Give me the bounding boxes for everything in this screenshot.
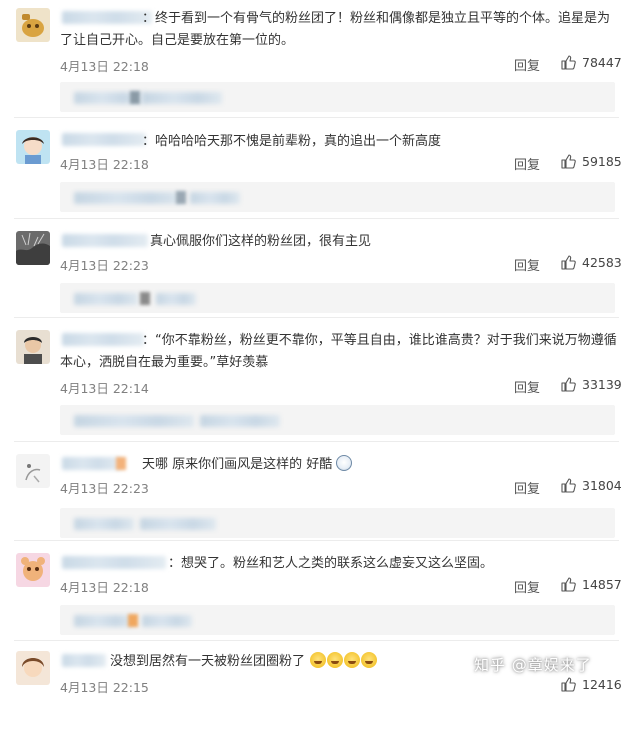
comment-text-line: 天哪 原来你们画风是这样的 好酷	[142, 457, 333, 472]
thumbs-up-icon	[560, 576, 576, 592]
watermark: 知乎 @章娱来了	[474, 656, 592, 674]
comment-date: 4月13日 22:18	[60, 59, 149, 74]
reply-button[interactable]: 回复	[514, 478, 540, 497]
comment-date: 4月13日 22:23	[60, 481, 149, 496]
reply-preview[interactable]	[60, 508, 615, 538]
like-count: 42583	[582, 254, 622, 270]
divider	[14, 317, 619, 318]
comment-text: ：“你不靠粉丝，粉丝更不靠你，平等且自由，谁比谁高贵？对于我们来说万物遵循 本心…	[60, 330, 622, 374]
comment-item: ：“你不靠粉丝，粉丝更不靠你，平等且自由，谁比谁高贵？对于我们来说万物遵循 本心…	[0, 330, 633, 435]
thumbs-up-icon	[560, 477, 576, 493]
divider	[14, 441, 619, 442]
reply-button[interactable]: 回复	[514, 154, 540, 173]
like-button[interactable]: 42583	[560, 254, 622, 270]
comment-text-line: ：哈哈哈哈天那不愧是前辈粉，真的追出一个新高度	[142, 134, 442, 149]
thumbs-up-icon	[560, 153, 576, 169]
comment-text-line: 没想到居然有一天被粉丝团圈粉了	[110, 654, 306, 669]
comment-text-line: 真心佩服你们这样的粉丝团，很有主见	[150, 234, 372, 249]
like-count: 12416	[582, 676, 622, 692]
divider	[14, 640, 619, 641]
username[interactable]	[62, 457, 122, 470]
thumbs-up-icon	[560, 676, 576, 692]
avatar[interactable]	[16, 8, 50, 42]
comment-text-line: 本心，洒脱自在最为重要。”草好羡慕	[60, 355, 269, 370]
comment-date: 4月13日 22:14	[60, 381, 149, 396]
avatar[interactable]	[16, 330, 50, 364]
like-count: 31804	[582, 477, 622, 493]
avatar[interactable]	[16, 231, 50, 265]
avatar[interactable]	[16, 651, 50, 685]
like-button[interactable]: 33139	[560, 376, 622, 392]
comment-item: 真心佩服你们这样的粉丝团，很有主见 4月13日 22:23 回复 42583	[0, 231, 633, 331]
username[interactable]	[62, 654, 106, 667]
comment-text: ：哈哈哈哈天那不愧是前辈粉，真的追出一个新高度	[142, 131, 622, 153]
comment-text: ：想哭了。粉丝和艺人之类的联系这么虚妄又这么坚固。	[168, 553, 633, 575]
divider	[14, 540, 619, 541]
username[interactable]	[62, 333, 144, 346]
comment-text-line: ：“你不靠粉丝，粉丝更不靠你，平等且自由，谁比谁高贵？对于我们来说万物遵循	[142, 333, 617, 348]
comment-item: 天哪 原来你们画风是这样的 好酷 4月13日 22:23 回复 31804	[0, 454, 633, 554]
username[interactable]	[62, 556, 166, 569]
comment-item: ：哈哈哈哈天那不愧是前辈粉，真的追出一个新高度 4月13日 22:18 回复 5…	[0, 130, 633, 230]
thumbs-up-icon	[560, 254, 576, 270]
username[interactable]	[62, 133, 146, 146]
cool-face-icon	[327, 652, 344, 668]
comment-text-line: 了让自己开心。自己是要放在第一位的。	[60, 33, 295, 48]
avatar[interactable]	[16, 454, 50, 488]
reply-preview[interactable]	[60, 182, 615, 212]
comment-date: 4月13日 22:23	[60, 258, 149, 273]
cool-face-icon	[361, 652, 378, 668]
reply-preview[interactable]	[60, 405, 615, 435]
avatar[interactable]	[16, 553, 50, 587]
username[interactable]	[62, 234, 148, 247]
reply-button[interactable]: 回复	[514, 377, 540, 396]
reply-button[interactable]: 回复	[514, 55, 540, 74]
comment-date: 4月13日 22:15	[60, 680, 149, 695]
like-button[interactable]: 31804	[560, 477, 622, 493]
comment-item: ：终于看到一个有骨气的粉丝团了！粉丝和偶像都是独立且平等的个体。追星是为 了让自…	[0, 8, 633, 112]
reply-button[interactable]: 回复	[514, 577, 540, 596]
username[interactable]	[62, 11, 152, 24]
thumbs-up-icon	[560, 54, 576, 70]
like-count: 33139	[582, 376, 622, 392]
comment-text: ：终于看到一个有骨气的粉丝团了！粉丝和偶像都是独立且平等的个体。追星是为 了让自…	[60, 8, 622, 52]
crying-face-icon	[336, 455, 353, 471]
cool-face-icon	[310, 652, 327, 668]
comment-item: ：想哭了。粉丝和艺人之类的联系这么虚妄又这么坚固。 4月13日 22:18 回复…	[0, 553, 633, 653]
comment-text: 天哪 原来你们画风是这样的 好酷	[142, 454, 622, 476]
divider	[14, 218, 619, 219]
like-count: 78447	[582, 54, 622, 70]
reply-preview[interactable]	[60, 82, 615, 112]
avatar[interactable]	[16, 130, 50, 164]
like-count: 59185	[582, 153, 622, 169]
divider	[14, 117, 619, 118]
like-button[interactable]: 14857	[560, 576, 622, 592]
comment-date: 4月13日 22:18	[60, 157, 149, 172]
reply-preview[interactable]	[60, 283, 615, 313]
comment-text-line: ：终于看到一个有骨气的粉丝团了！粉丝和偶像都是独立且平等的个体。追星是为	[142, 11, 611, 26]
cool-face-icon	[344, 652, 361, 668]
like-button[interactable]: 78447	[560, 54, 622, 70]
comment-date: 4月13日 22:18	[60, 580, 149, 595]
reply-button[interactable]: 回复	[514, 255, 540, 274]
like-count: 14857	[582, 576, 622, 592]
comment-text-line: ：想哭了。粉丝和艺人之类的联系这么虚妄又这么坚固。	[168, 556, 494, 571]
like-button[interactable]: 12416	[560, 676, 622, 692]
reply-preview[interactable]	[60, 605, 615, 635]
like-button[interactable]: 59185	[560, 153, 622, 169]
username-decoration	[116, 457, 126, 470]
comment-text: 真心佩服你们这样的粉丝团，很有主见	[150, 231, 630, 253]
thumbs-up-icon	[560, 376, 576, 392]
